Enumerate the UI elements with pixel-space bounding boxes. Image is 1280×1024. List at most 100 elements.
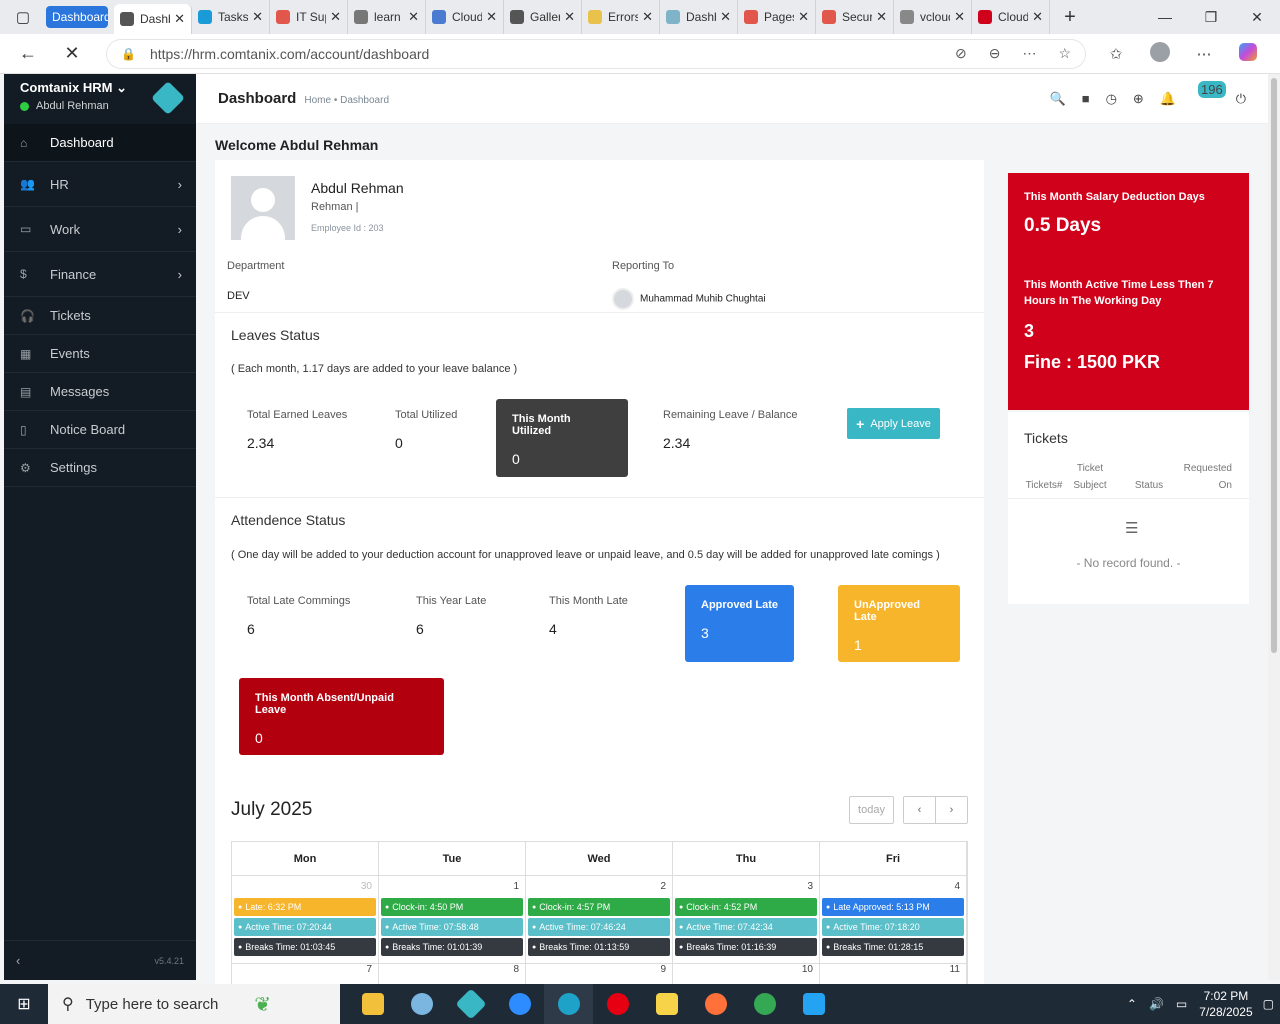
sidebar-item-settings[interactable]: ⚙ Settings — [4, 449, 196, 487]
comtanix-app-icon[interactable] — [446, 984, 495, 1024]
power-icon[interactable]: ⏻ — [1236, 91, 1246, 107]
sidebar-item-events[interactable]: ▦ Events — [4, 335, 196, 373]
sidebar-item-hr[interactable]: 👥 HR › — [4, 162, 196, 207]
edge-icon[interactable] — [544, 984, 593, 1024]
calendar-event[interactable]: Breaks Time: 01:13:59 — [528, 938, 670, 956]
profile-avatar[interactable] — [1138, 41, 1182, 66]
clock-icon[interactable]: ◷ — [1106, 91, 1117, 107]
close-tab-icon[interactable]: ✕ — [876, 9, 887, 25]
notifications-icon[interactable]: ▢ — [1263, 997, 1274, 1011]
calendar-event[interactable]: Breaks Time: 01:03:45 — [234, 938, 376, 956]
favorite-star-icon[interactable]: ☆ — [1058, 45, 1071, 62]
calendar-event[interactable]: Breaks Time: 01:01:39 — [381, 938, 523, 956]
restore-button[interactable]: ❐ — [1188, 9, 1234, 26]
calendar-date-number[interactable]: 10 — [673, 964, 820, 984]
tracking-icon[interactable]: ⊘ — [955, 45, 967, 62]
close-tab-icon[interactable]: ✕ — [408, 9, 419, 25]
calendar-event[interactable]: Breaks Time: 01:16:39 — [675, 938, 817, 956]
tab-actions-icon[interactable]: ▢ — [0, 0, 46, 34]
sidebar-item-messages[interactable]: ▤ Messages — [4, 373, 196, 411]
calendar-date-number[interactable]: 8 — [379, 964, 526, 984]
calendar-event[interactable]: Late Approved: 5:13 PM — [822, 898, 964, 916]
calendar-event[interactable]: Active Time: 07:42:34 — [675, 918, 817, 936]
calendar-event[interactable]: Clock-in: 4:50 PM — [381, 898, 523, 916]
calendar-day-cell[interactable]: 1 Clock-in: 4:50 PM Active Time: 07:58:48 B… — [379, 876, 526, 963]
stop-loading-button[interactable]: ✕ — [52, 43, 92, 64]
sidebar-item-tickets[interactable]: 🎧 Tickets — [4, 297, 196, 335]
calendar-date-number[interactable]: 7 — [232, 964, 379, 984]
close-tab-icon[interactable]: ✕ — [330, 9, 341, 25]
favorites-icon[interactable]: ✩ — [1094, 45, 1138, 63]
close-tab-icon[interactable]: ✕ — [252, 9, 263, 25]
browser-tab[interactable]: Cloud M✕ — [972, 0, 1050, 34]
calendar-event[interactable]: Late: 6:32 PM — [234, 898, 376, 916]
tab-group-label[interactable]: Dashboard — [46, 6, 108, 28]
calendar-event[interactable]: Breaks Time: 01:28:15 — [822, 938, 964, 956]
collapse-sidebar-icon[interactable]: ‹ — [16, 953, 20, 968]
browser-tab[interactable]: Pages ✕ — [738, 0, 816, 34]
col-ticket-number[interactable]: Tickets# — [1022, 477, 1066, 494]
more-tools-icon[interactable]: ⋯ — [1022, 45, 1036, 62]
menu-dots-icon[interactable]: ⋯ — [1182, 45, 1226, 63]
calendar-day-cell[interactable]: 3 Clock-in: 4:52 PM Active Time: 07:42:34 B… — [673, 876, 820, 963]
close-tab-icon[interactable]: ✕ — [642, 9, 653, 25]
opera-icon[interactable] — [593, 984, 642, 1024]
apply-leave-button[interactable]: + Apply Leave — [847, 408, 940, 439]
browser-tab[interactable]: Cloud ✕ — [426, 0, 504, 34]
network-icon[interactable]: ▭ — [1176, 997, 1187, 1011]
calendar-event[interactable]: Clock-in: 4:52 PM — [675, 898, 817, 916]
close-tab-icon[interactable]: ✕ — [564, 9, 575, 25]
volume-icon[interactable]: 🔊 — [1149, 997, 1164, 1011]
calendar-day-cell[interactable]: 2 Clock-in: 4:57 PM Active Time: 07:46:24 B… — [526, 876, 673, 963]
calendar-day-cell[interactable]: 30 Late: 6:32 PM Active Time: 07:20:44 Brea… — [232, 876, 379, 963]
sticky-notes-icon[interactable] — [642, 984, 691, 1024]
bell-icon[interactable]: 🔔196 — [1160, 80, 1226, 107]
browser-tab[interactable]: Dashboard ✕ — [114, 4, 192, 34]
copilot-icon[interactable] — [1226, 42, 1270, 65]
chevron-up-icon[interactable]: ⌃ — [1127, 997, 1137, 1011]
vscode-icon[interactable] — [789, 984, 838, 1024]
taskbar-clock[interactable]: 7:02 PM 7/28/2025 — [1199, 988, 1252, 1020]
calendar-day-cell[interactable]: 4 Late Approved: 5:13 PM Active Time: 07:1… — [820, 876, 967, 963]
next-month-button[interactable]: › — [935, 796, 968, 824]
zoom-out-icon[interactable]: ⊖ — [989, 45, 1001, 62]
calendar-event[interactable]: Clock-in: 4:57 PM — [528, 898, 670, 916]
lock-icon[interactable]: 🔒 — [121, 47, 136, 61]
browser-tab[interactable]: IT Support ✕ — [270, 0, 348, 34]
sticky-note-icon[interactable]: ■ — [1082, 91, 1090, 106]
sidebar-item-notice-board[interactable]: ▯ Notice Board — [4, 411, 196, 449]
add-icon[interactable]: ⊕ — [1133, 91, 1144, 107]
paint-icon[interactable] — [397, 984, 446, 1024]
browser-tab[interactable]: Security ✕ — [816, 0, 894, 34]
sidebar-item-work[interactable]: ▭ Work › — [4, 207, 196, 252]
windows-start-button[interactable]: ⊞ — [0, 984, 48, 1024]
browser-tab[interactable]: Gallery ✕ — [504, 0, 582, 34]
browser-tab[interactable]: Dashboard ✕ — [660, 0, 738, 34]
firefox-icon[interactable] — [691, 984, 740, 1024]
close-tab-icon[interactable]: ✕ — [954, 9, 965, 25]
chrome-icon[interactable] — [740, 984, 789, 1024]
close-tab-icon[interactable]: ✕ — [486, 9, 497, 25]
browser-tab[interactable]: Tasks ✕ — [192, 0, 270, 34]
sidebar-item-dashboard[interactable]: ⌂ Dashboard — [4, 124, 196, 162]
taskbar-search[interactable]: ⚲ Type here to search ❦ — [48, 984, 340, 1024]
calendar-date-number[interactable]: 11 — [820, 964, 967, 984]
file-explorer-icon[interactable] — [348, 984, 397, 1024]
url-input[interactable]: 🔒 https://hrm.comtanix.com/account/dashb… — [106, 38, 1086, 69]
col-requested-on[interactable]: Requested On — [1176, 460, 1232, 494]
calendar-event[interactable]: Active Time: 07:18:20 — [822, 918, 964, 936]
prev-month-button[interactable]: ‹ — [903, 796, 936, 824]
today-button[interactable]: today — [849, 796, 894, 824]
browser-tab[interactable]: learn ✕ — [348, 0, 426, 34]
calendar-date-number[interactable]: 9 — [526, 964, 673, 984]
close-tab-icon[interactable]: ✕ — [1032, 9, 1043, 25]
close-tab-icon[interactable]: ✕ — [174, 11, 185, 27]
close-tab-icon[interactable]: ✕ — [798, 9, 809, 25]
new-tab-button[interactable]: + — [1050, 6, 1090, 29]
page-scrollbar[interactable] — [1268, 74, 1280, 980]
browser-tab[interactable]: Errors ✕ — [582, 0, 660, 34]
col-ticket-subject[interactable]: Ticket Subject — [1070, 460, 1110, 494]
col-status[interactable]: Status — [1128, 477, 1170, 494]
browser-tab[interactable]: vcloud ✕ — [894, 0, 972, 34]
minimize-button[interactable]: — — [1142, 9, 1188, 26]
